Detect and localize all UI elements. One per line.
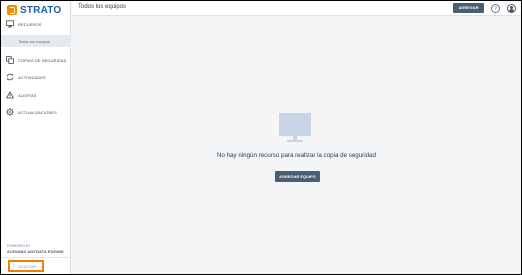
monitor-icon (6, 20, 14, 28)
alert-icon (6, 91, 14, 99)
gear-icon (6, 108, 14, 116)
engine-label: ACRONIS ANYDATA ENGINE (7, 249, 64, 254)
sidebar-item-alertas[interactable]: ALERTAS (1, 89, 71, 101)
sidebar-item-label: ACTUALIZACIONES (18, 109, 57, 115)
collapse-label: OCULTAR (17, 263, 37, 269)
question-circle-icon[interactable]: ? (491, 4, 500, 13)
sidebar-item-recursos[interactable]: RECURSOS (1, 18, 71, 30)
sidebar-item-actividades[interactable]: ACTIVIDADES (1, 71, 71, 83)
sidebar-item-label: ACTIVIDADES (18, 74, 46, 80)
sidebar-item-copias[interactable]: COPIAS DE SEGURIDAD (1, 54, 71, 66)
sidebar-item-label: RECURSOS (18, 21, 42, 27)
page-title: Todos los equipos (78, 4, 127, 10)
add-device-button[interactable]: AGREGAR EQUIPO (275, 171, 320, 182)
sync-icon (6, 73, 14, 81)
user-circle-icon[interactable] (507, 4, 516, 13)
empty-state-message: No hay ningún recurso para realizar la c… (217, 152, 376, 159)
strato-logo[interactable]: STRATO (7, 4, 61, 16)
sidebar-item-actualizaciones[interactable]: ACTUALIZACIONES (1, 106, 71, 118)
powered-by-label: POWERED BY (7, 244, 31, 248)
copies-icon (6, 56, 14, 64)
sidebar: STRATO RECURSOS Todos los equipos COPIAS… (1, 1, 71, 274)
sidebar-item-label: ALERTAS (18, 92, 37, 98)
top-header: Todos los equipos AGREGAR ? (72, 1, 521, 16)
sidebar-subitem-label: Todos los equipos (18, 38, 51, 44)
app-window: STRATO RECURSOS Todos los equipos COPIAS… (1, 1, 521, 274)
strato-logo-icon (7, 5, 17, 15)
sidebar-subitem-todos-los-equipos[interactable]: Todos los equipos (1, 35, 71, 47)
chevron-left-icon: ‹ (13, 263, 15, 269)
sidebar-divider (1, 257, 71, 258)
collapse-sidebar-button[interactable]: ‹ OCULTAR (8, 260, 44, 272)
sidebar-item-label: COPIAS DE SEGURIDAD (18, 57, 67, 63)
logo-text: STRATO (20, 4, 62, 16)
monitor-icon (279, 113, 311, 145)
add-button[interactable]: AGREGAR (453, 3, 484, 13)
